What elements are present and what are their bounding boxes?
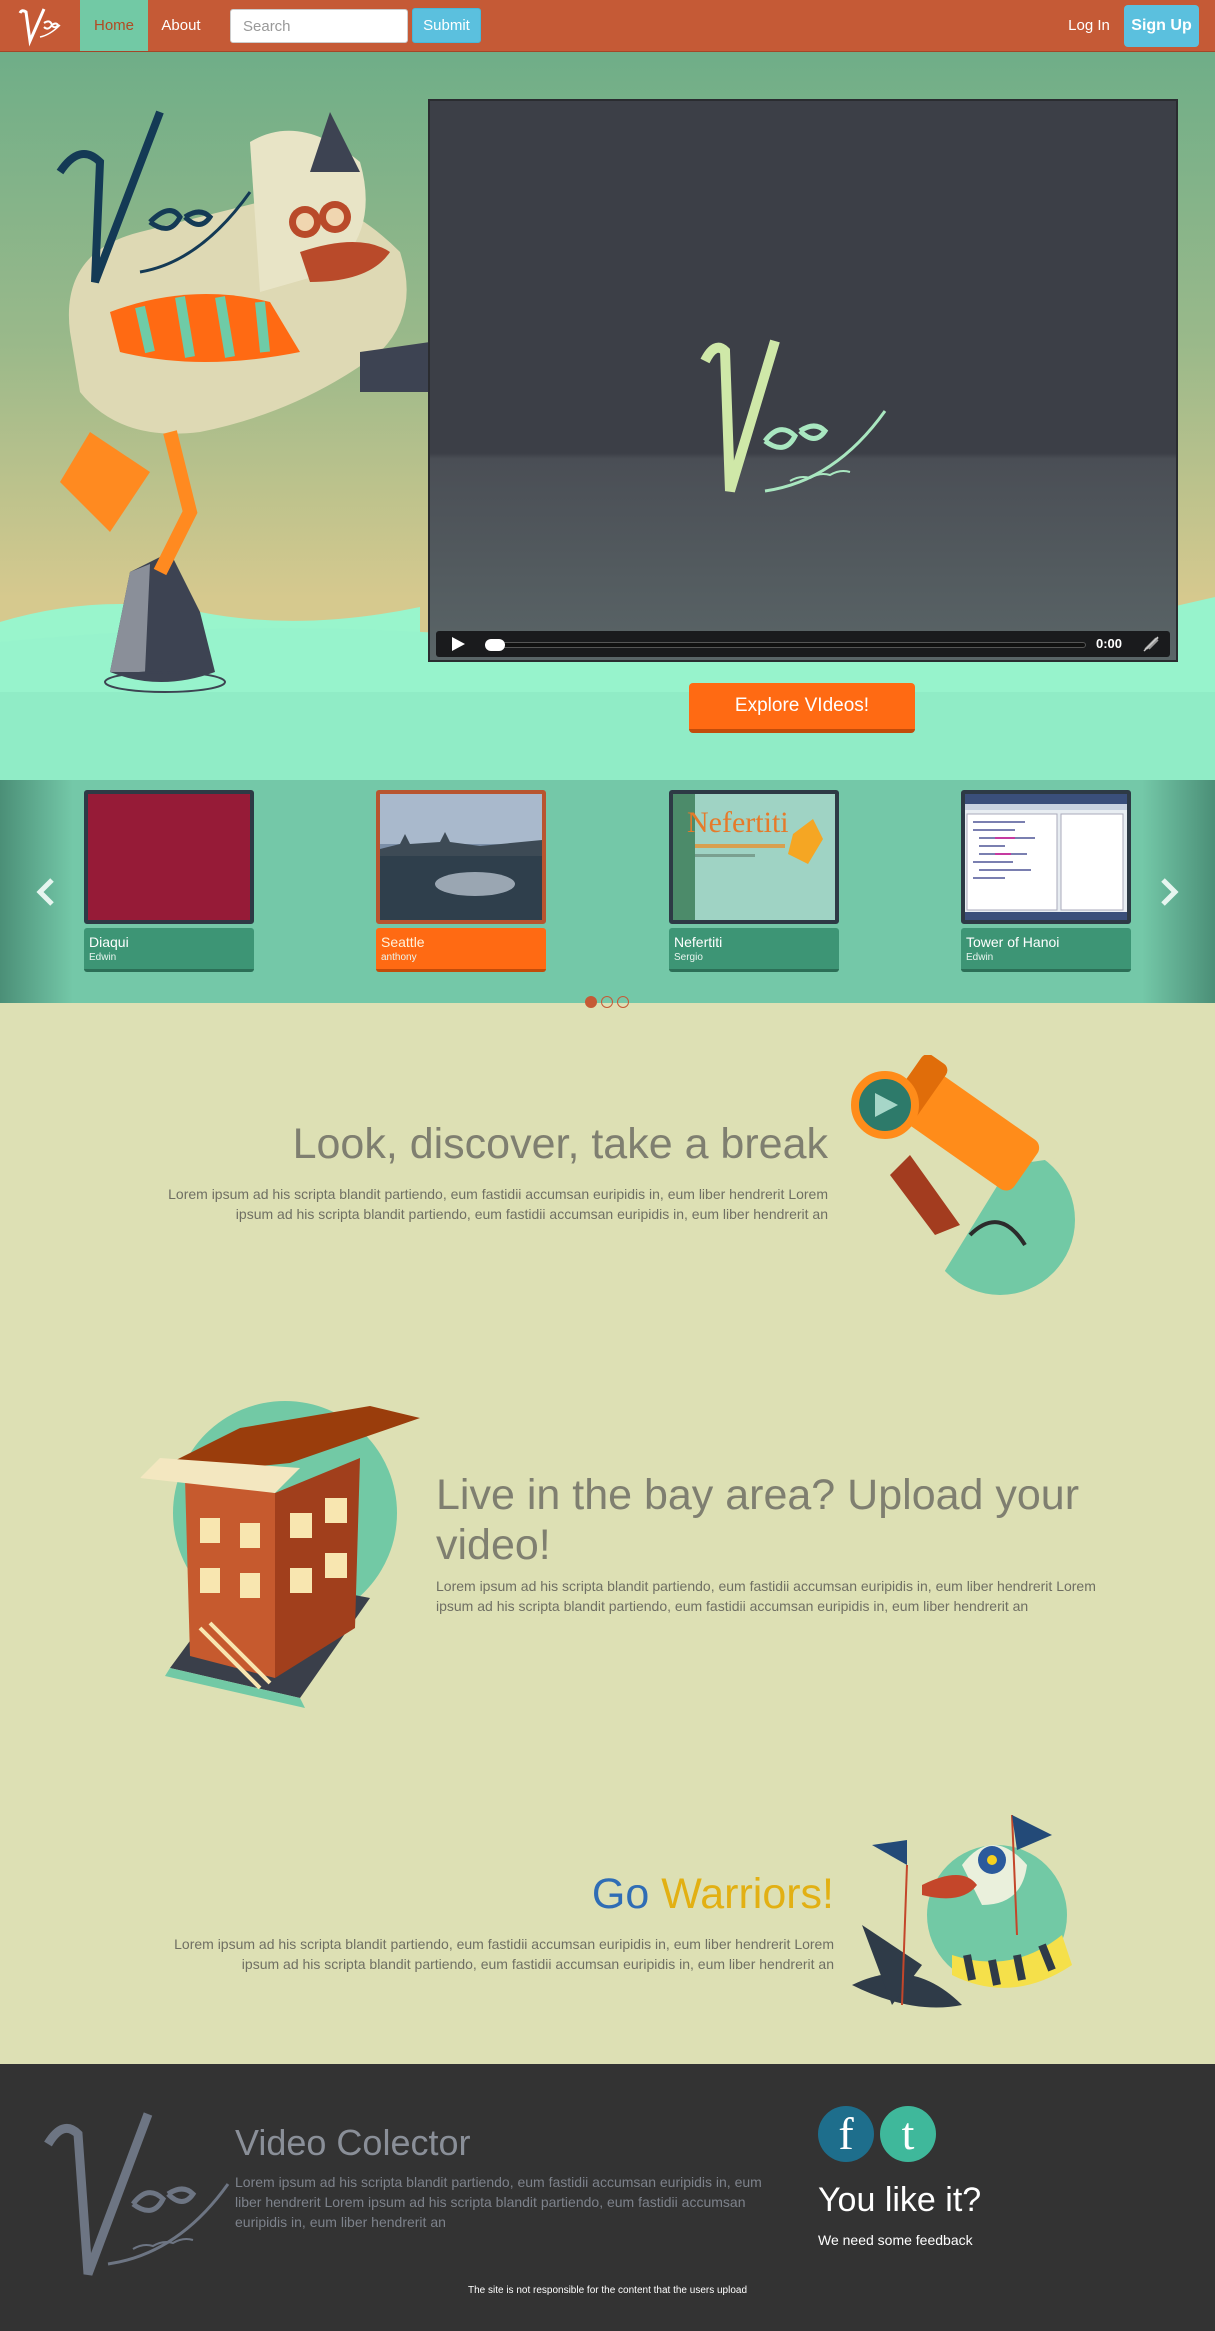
progress-bar[interactable] xyxy=(485,639,1086,651)
footer: Video Colector Lorem ipsum ad his script… xyxy=(0,2064,1215,2331)
telescope-illustration xyxy=(850,1055,1080,1295)
navbar: Home About Submit Log In Sign Up xyxy=(0,0,1215,52)
card-user: Edwin xyxy=(89,952,117,963)
feature-title: Look, discover, take a break xyxy=(292,1120,828,1168)
player-controls: 0:00 xyxy=(436,631,1170,657)
feature-title: Live in the bay area? Upload your video! xyxy=(436,1471,1080,1569)
video-player[interactable]: 0:00 xyxy=(428,99,1178,662)
video-thumbnail[interactable] xyxy=(961,790,1131,924)
carousel-card[interactable]: Tower of Hanoi Edwin xyxy=(961,790,1131,972)
card-caption: Tower of Hanoi Edwin xyxy=(961,928,1131,972)
card-title: Diaqui xyxy=(89,934,129,950)
disclaimer: The site is not responsible for the cont… xyxy=(467,2285,748,2296)
facebook-icon[interactable]: f xyxy=(818,2106,874,2162)
nav-about[interactable]: About xyxy=(148,0,214,51)
login-link[interactable]: Log In xyxy=(1060,0,1118,51)
card-user: Edwin xyxy=(966,952,994,963)
video-thumbnail[interactable] xyxy=(84,790,254,924)
thumbnail-text: Nefertiti xyxy=(687,806,789,839)
mute-icon[interactable] xyxy=(1142,635,1160,653)
card-user: Sergio xyxy=(674,952,703,963)
card-caption: Nefertiti Sergio xyxy=(669,928,839,972)
card-caption: Seattle anthony xyxy=(376,928,546,972)
card-user: anthony xyxy=(381,952,417,963)
explore-videos-button[interactable]: Explore VIdeos! xyxy=(689,683,915,733)
video-collector-logo xyxy=(700,339,887,493)
feature-body: Lorem ipsum ad his scripta blandit parti… xyxy=(174,1936,834,1972)
tower-of-hanoi-thumbnail-image xyxy=(965,794,1127,920)
card-title: Nefertiti xyxy=(674,934,723,950)
video-thumbnail[interactable] xyxy=(376,790,546,924)
warriors-bird-illustration xyxy=(852,1814,1072,2008)
carousel-card[interactable]: Diaqui Edwin xyxy=(84,790,254,972)
nefertiti-thumbnail-image: Nefertiti xyxy=(673,794,835,920)
video-collector-logo[interactable] xyxy=(14,3,68,49)
footer-title: Video Colector xyxy=(235,2122,471,2163)
submit-button[interactable]: Submit xyxy=(412,8,481,43)
feature-body: Lorem ipsum ad his scripta blandit parti… xyxy=(436,1578,1096,1614)
video-carousel: Diaqui Edwin Seattle anthony Nefertiti N… xyxy=(0,780,1215,1003)
chevron-left-icon[interactable] xyxy=(34,876,58,908)
feature-title: Go Warriors! xyxy=(272,1870,834,1919)
twitter-icon[interactable]: t xyxy=(880,2106,936,2162)
card-title: Seattle xyxy=(381,934,425,950)
feature-body: Lorem ipsum ad his scripta blandit parti… xyxy=(168,1186,828,1222)
feature-title-warriors: Warriors! xyxy=(661,1870,834,1918)
feature-title-go: Go xyxy=(591,1870,650,1918)
progress-handle[interactable] xyxy=(485,639,505,651)
video-collector-logo xyxy=(44,2112,230,2276)
carousel-card[interactable]: Nefertiti Nefertiti Sergio xyxy=(669,790,839,972)
building-illustration xyxy=(140,1401,420,1708)
carousel-dot[interactable] xyxy=(585,996,597,1008)
feedback-text: We need some feedback xyxy=(818,2232,973,2248)
chevron-right-icon[interactable] xyxy=(1157,876,1181,908)
carousel-dot[interactable] xyxy=(601,996,613,1008)
carousel-indicators xyxy=(585,996,631,1010)
nav-home[interactable]: Home xyxy=(80,0,148,51)
signup-button[interactable]: Sign Up xyxy=(1124,5,1199,47)
card-caption: Diaqui Edwin xyxy=(84,928,254,972)
search-input[interactable] xyxy=(230,9,408,43)
carousel-dot[interactable] xyxy=(617,996,629,1008)
hero-section: 0:00 Explore VIdeos! xyxy=(0,52,1215,780)
play-icon[interactable] xyxy=(450,636,466,652)
seattle-thumbnail-image xyxy=(380,794,542,920)
like-heading: You like it? xyxy=(818,2181,982,2219)
video-thumbnail[interactable]: Nefertiti xyxy=(669,790,839,924)
footer-body: Lorem ipsum ad his scripta blandit parti… xyxy=(235,2174,762,2230)
card-title: Tower of Hanoi xyxy=(966,934,1060,950)
carousel-card[interactable]: Seattle anthony xyxy=(376,790,546,972)
time-display: 0:00 xyxy=(1096,636,1123,651)
